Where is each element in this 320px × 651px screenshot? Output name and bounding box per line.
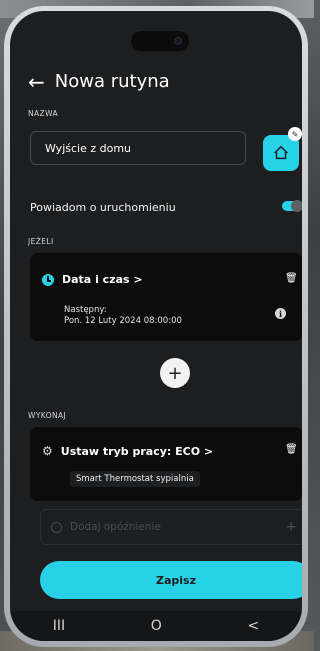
action-card[interactable]: ⚙ Ustaw tryb pracy: ECO > 🗑 (30, 427, 302, 501)
condition-title-row: Data i czas > (42, 273, 143, 286)
back-nav-button[interactable]: < (247, 618, 259, 634)
add-delay-row[interactable]: Dodaj opóźnienie + (40, 509, 302, 545)
condition-section-label: JEŻELI (28, 237, 54, 246)
pencil-icon[interactable]: ✎ (288, 127, 302, 141)
notify-label: Powiadom o uruchomieniu (30, 201, 176, 214)
recent-apps-button[interactable]: III (53, 618, 65, 634)
routine-name-input[interactable]: Wyjście z domu (30, 131, 246, 165)
action-title-row: ⚙ Ustaw tryb pracy: ECO > (42, 444, 213, 458)
add-condition-button[interactable]: + (160, 358, 190, 388)
clock-outline-icon (51, 521, 62, 533)
plus-icon[interactable]: + (285, 519, 297, 535)
home-nav-button[interactable]: O (151, 618, 162, 634)
condition-card[interactable]: Data i czas > 🗑 Następny: Pon. 12 Luty 2… (30, 253, 302, 341)
action-section-label: WYKONAJ (28, 411, 67, 420)
device-name: Smart Thermostat sypialnia (70, 471, 200, 487)
info-icon[interactable]: i (275, 308, 286, 319)
phone-screen: ← Nowa rutyna NAZWA Wyjście z domu ✎ Pow… (10, 11, 302, 641)
name-section-label: NAZWA (28, 109, 59, 118)
system-navbar: III O < (10, 611, 302, 641)
gear-icon: ⚙ (42, 444, 53, 458)
action-title[interactable]: Ustaw tryb pracy: ECO > (61, 445, 213, 458)
save-button[interactable]: Zapisz (40, 561, 302, 599)
camera-lens (171, 34, 185, 48)
camera-cutout (131, 31, 189, 51)
page-title: Nowa rutyna (54, 71, 170, 92)
condition-title[interactable]: Data i czas > (62, 273, 143, 286)
clock-icon (42, 273, 54, 286)
next-run-value: Pon. 12 Luty 2024 08:00:00 (64, 316, 182, 326)
toggle-knob (291, 200, 302, 212)
header: ← Nowa rutyna (28, 71, 170, 92)
trash-icon[interactable]: 🗑 (285, 273, 298, 284)
notify-toggle[interactable] (282, 200, 302, 212)
back-arrow-icon[interactable]: ← (28, 72, 45, 92)
home-outline-icon (274, 145, 288, 160)
add-delay-label: Dodaj opóźnienie (70, 521, 161, 533)
trash-icon[interactable]: 🗑 (285, 444, 298, 455)
